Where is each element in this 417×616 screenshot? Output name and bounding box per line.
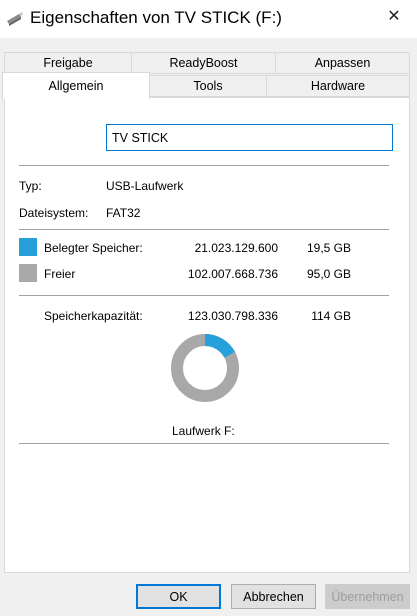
free-space-swatch [19, 264, 37, 282]
drive-name-input[interactable] [106, 124, 393, 151]
usb-drive-icon [7, 12, 23, 26]
type-label: Typ: [19, 179, 42, 193]
type-value: USB-Laufwerk [106, 179, 184, 193]
used-space-bytes: 21.023.129.600 [194, 241, 278, 255]
separator [19, 165, 389, 166]
separator [19, 229, 389, 230]
drive-letter-label: Laufwerk F: [172, 424, 235, 438]
tab-readyboost[interactable]: ReadyBoost [131, 52, 276, 74]
capacity-size: 114 GB [311, 309, 351, 323]
apply-button[interactable]: Übernehmen [325, 584, 410, 609]
capacity-label: Speicherkapazität: [44, 309, 143, 323]
ok-button[interactable]: OK [136, 584, 221, 609]
free-space-bytes: 102.007.668.736 [187, 267, 278, 281]
separator [19, 443, 389, 444]
tab-hardware[interactable]: Hardware [266, 75, 410, 97]
free-space-size: 95,0 GB [306, 267, 351, 281]
cancel-button[interactable]: Abbrechen [231, 584, 316, 609]
tab-allgemein[interactable]: Allgemein [2, 72, 150, 99]
used-space-swatch [19, 238, 37, 256]
window-title: Eigenschaften von TV STICK (F:) [30, 8, 282, 27]
used-space-label: Belegter Speicher: [44, 241, 143, 255]
close-button[interactable]: ✕ [371, 0, 417, 32]
filesystem-label: Dateisystem: [19, 206, 89, 220]
tab-freigabe[interactable]: Freigabe [4, 52, 132, 74]
tab-tools[interactable]: Tools [149, 75, 267, 97]
tab-anpassen[interactable]: Anpassen [275, 52, 410, 74]
free-space-label: Freier [44, 267, 76, 281]
separator [19, 295, 389, 296]
usage-donut-chart [171, 334, 239, 402]
filesystem-value: FAT32 [106, 206, 141, 220]
title-bar: Eigenschaften von TV STICK (F:) ✕ [0, 0, 417, 38]
capacity-bytes: 123.030.798.336 [187, 309, 278, 323]
used-space-size: 19,5 GB [306, 241, 351, 255]
